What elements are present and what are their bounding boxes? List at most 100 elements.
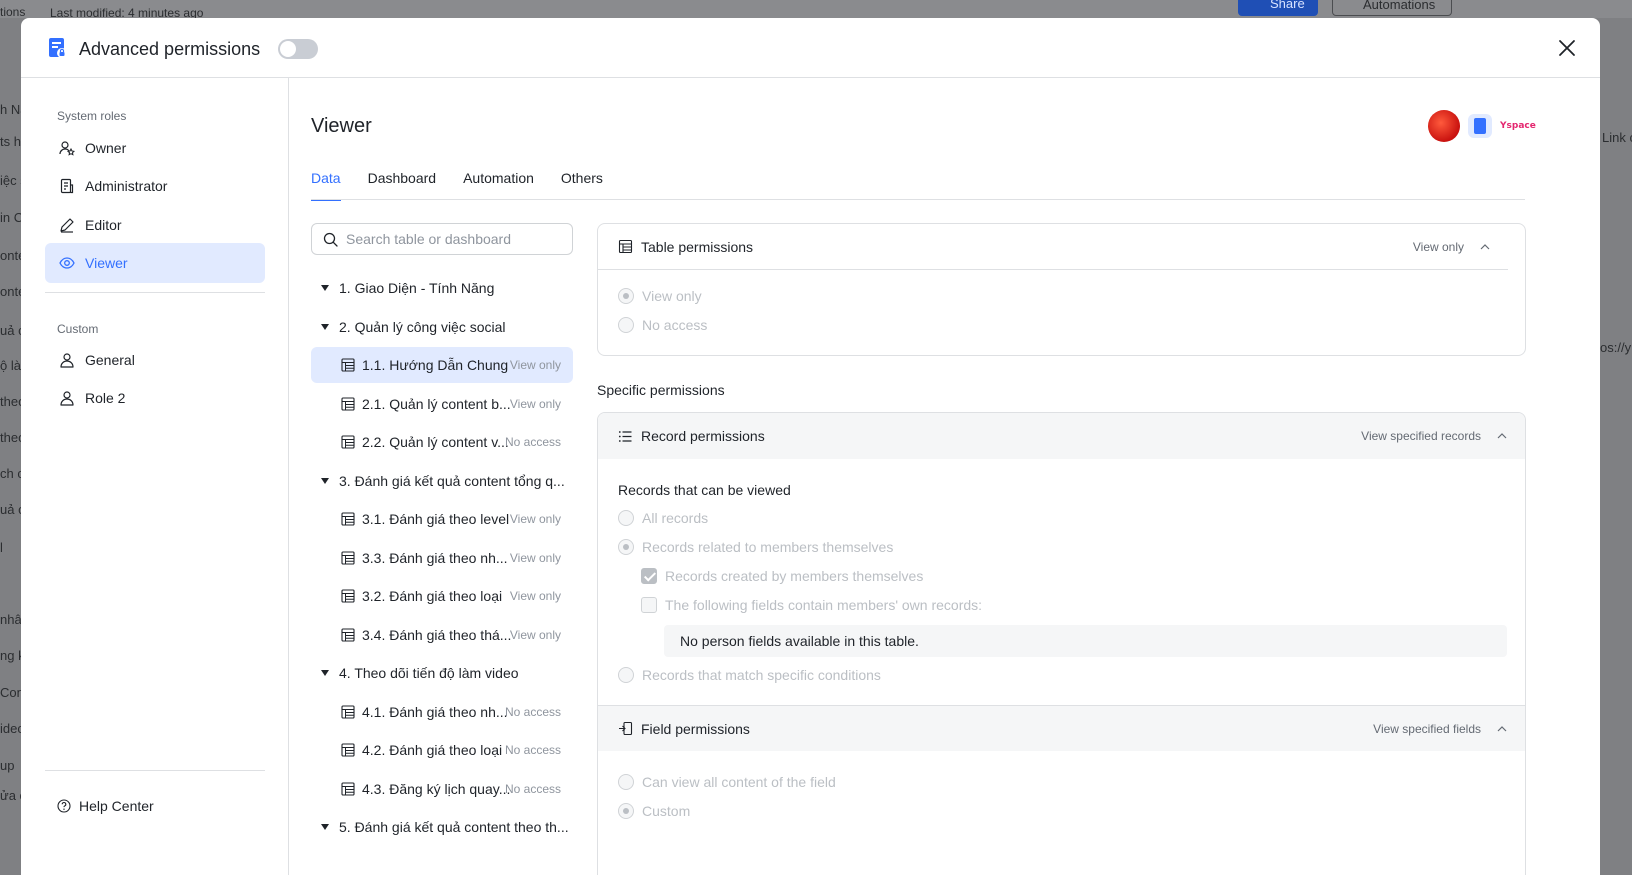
chevron-up-icon[interactable] — [1480, 242, 1490, 252]
tree-table-item[interactable]: 4.1. Đánh giá theo nh... No access — [311, 694, 573, 730]
custom-roles-heading: Custom — [57, 322, 99, 336]
background-share-button: Share — [1238, 0, 1318, 16]
caret-down-icon[interactable] — [321, 285, 329, 291]
tree-table-item[interactable]: 3.4. Đánh giá theo thá... View only — [311, 617, 573, 653]
tab-automation[interactable]: Automation — [463, 170, 534, 201]
tree-group-item[interactable]: 5. Đánh giá kết quả content theo th... — [311, 809, 573, 845]
sidebar-item-owner[interactable]: Owner — [45, 128, 265, 168]
radio-button[interactable] — [618, 803, 634, 819]
caret-down-icon[interactable] — [321, 323, 329, 330]
radio-button[interactable] — [618, 510, 634, 526]
table-icon — [341, 704, 355, 719]
sidebar-item-label: Editor — [85, 217, 122, 233]
field-permissions-header[interactable]: Field permissions View specified fields — [598, 705, 1525, 751]
background-left-fragment: in C — [0, 210, 21, 225]
space-logo-avatar[interactable]: Yspace — [1500, 119, 1536, 133]
tab-others[interactable]: Others — [561, 170, 603, 201]
option-custom-fields[interactable]: Custom — [618, 803, 690, 819]
sidebar-item-label: Role 2 — [85, 390, 126, 406]
table-icon — [341, 627, 355, 642]
option-view-all-fields[interactable]: Can view all content of the field — [618, 774, 836, 790]
sidebar-item-general[interactable]: General — [45, 340, 265, 380]
checkbox[interactable] — [641, 597, 657, 613]
sidebar-item-label: General — [85, 352, 135, 368]
tree-group-item[interactable]: 1. Giao Diện - Tính Năng — [311, 270, 573, 306]
option-created-by-members[interactable]: Records created by members themselves — [641, 568, 923, 584]
tree-table-item[interactable]: 2.2. Quản lý content v... No access — [311, 424, 573, 460]
tree-table-item[interactable]: 4.3. Đăng ký lịch quay... No access — [311, 771, 573, 807]
tree-table-item[interactable]: 1.1. Hướng Dẫn Chung View only — [311, 347, 573, 383]
record-permissions-header[interactable]: Record permissions View specified record… — [598, 413, 1525, 459]
tree-table-item[interactable]: 2.1. Quản lý content b... View only — [311, 386, 573, 422]
table-permissions-panel: Table permissions View only View only No… — [597, 223, 1526, 356]
tree-group-item[interactable]: 2. Quản lý công việc social — [311, 309, 573, 345]
tree-item-label: 3.3. Đánh giá theo nh... — [362, 549, 508, 566]
option-no-access[interactable]: No access — [618, 317, 707, 333]
radio-button[interactable] — [618, 667, 634, 683]
caret-down-icon[interactable] — [321, 477, 329, 484]
sidebar-item-role-2[interactable]: Role 2 — [45, 378, 265, 418]
tab-data[interactable]: Data — [311, 170, 341, 201]
table-icon — [341, 589, 355, 603]
sidebar-item-viewer[interactable]: Viewer — [45, 243, 265, 283]
tree-table-item[interactable]: 3.2. Đánh giá theo loại View only — [311, 578, 573, 614]
avatar[interactable] — [1428, 110, 1460, 142]
tree-group-item[interactable]: 4. Theo dõi tiến độ làm video — [311, 655, 573, 691]
tree-item-label: 2.2. Quản lý content v... — [362, 434, 509, 450]
page-title: Viewer — [311, 115, 372, 137]
document-avatar-icon[interactable] — [1468, 114, 1492, 138]
checkbox[interactable] — [641, 568, 657, 584]
option-fields-contain-records[interactable]: The following fields contain members' ow… — [641, 597, 982, 613]
background-left-fragment: theo — [0, 394, 21, 409]
caret-down-icon[interactable] — [321, 824, 329, 830]
tab-dashboard[interactable]: Dashboard — [368, 170, 437, 201]
table-permissions-header[interactable]: Table permissions View only — [598, 224, 1508, 270]
help-center-link[interactable]: Help Center — [57, 798, 154, 814]
sidebar-item-editor[interactable]: Editor — [45, 205, 265, 245]
chevron-up-icon[interactable] — [1497, 431, 1507, 441]
option-label: View only — [642, 288, 702, 304]
caret-down-icon[interactable] — [321, 670, 329, 676]
radio-button[interactable] — [618, 774, 634, 790]
option-match-conditions[interactable]: Records that match specific conditions — [618, 667, 881, 683]
modal-header: Advanced permissions — [21, 18, 1600, 78]
option-label: Records that match specific conditions — [642, 667, 881, 683]
background-right-fragment: Link c — [1602, 130, 1632, 145]
tree-table-item[interactable]: 4.2. Đánh giá theo loại No access — [311, 732, 573, 768]
field-permissions-summary: View specified fields — [1373, 721, 1481, 736]
help-center-label: Help Center — [79, 798, 154, 814]
sidebar-item-administrator[interactable]: Administrator — [45, 166, 265, 206]
option-all-records[interactable]: All records — [618, 510, 708, 526]
radio-button[interactable] — [618, 539, 634, 555]
option-related-records[interactable]: Records related to members themselves — [618, 539, 893, 555]
record-permissions-summary: View specified records — [1361, 429, 1481, 443]
option-view-only[interactable]: View only — [618, 288, 702, 304]
tree-item-label: 2.1. Quản lý content b... — [362, 395, 511, 412]
tree-table-item[interactable]: 3.1. Đánh giá theo level View only — [311, 501, 573, 537]
chevron-up-icon[interactable] — [1497, 724, 1507, 734]
permissions-app-icon — [49, 38, 67, 58]
tree-item-label: 4.3. Đăng ký lịch quay... — [362, 780, 511, 797]
tree-group-item[interactable]: 3. Đánh giá kết quả content tổng q... — [311, 463, 573, 499]
editor-icon — [60, 218, 74, 233]
background-left-fragment: up — [0, 758, 15, 773]
radio-button[interactable] — [618, 288, 634, 304]
background-toolbar: tions Last modified: 4 minutes ago Share… — [0, 0, 1632, 20]
owner-icon — [59, 141, 75, 156]
close-icon[interactable] — [1557, 38, 1577, 58]
advanced-permissions-toggle[interactable] — [278, 39, 318, 59]
search-input[interactable] — [346, 231, 556, 247]
background-left-fragment: onte — [0, 284, 21, 299]
tree-item-permission: View only — [509, 512, 561, 526]
background-left-fragment: uả c — [0, 502, 21, 517]
tree-item-permission: No access — [504, 435, 561, 449]
specific-permissions-heading: Specific permissions — [597, 382, 725, 398]
tree-table-item[interactable]: 3.3. Đánh giá theo nh... View only — [311, 540, 573, 576]
list-icon — [618, 430, 632, 442]
table-icon — [618, 239, 633, 254]
table-icon — [341, 550, 355, 565]
radio-button[interactable] — [618, 317, 634, 333]
tree-item-permission: View only — [509, 550, 561, 565]
field-icon — [619, 721, 633, 736]
tree-item-permission: No access — [504, 704, 561, 719]
